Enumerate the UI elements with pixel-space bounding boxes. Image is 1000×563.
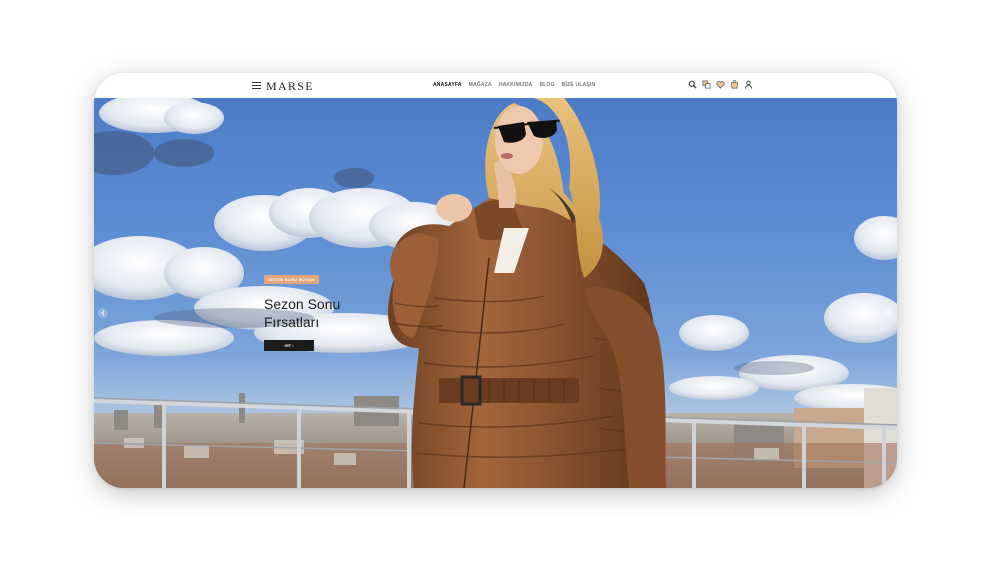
hamburger-menu-icon[interactable]: [252, 82, 261, 89]
cart-icon[interactable]: [730, 80, 739, 89]
compare-icon[interactable]: [702, 80, 711, 89]
hero-promo: SEZON SONU BÜYÜK Sezon Sonu Fırsatları G…: [264, 268, 374, 352]
main-navigation: ANASAYFA MAĞAZA HAKKIMIZDA BLOG BİZE ULA…: [433, 82, 595, 88]
navbar: MARSE ANASAYFA MAĞAZA HAKKIMIZDA BLOG Bİ…: [94, 73, 897, 98]
hero-image: [94, 98, 897, 488]
user-icon[interactable]: [744, 80, 753, 89]
device-frame: MARSE ANASAYFA MAĞAZA HAKKIMIZDA BLOG Bİ…: [94, 73, 897, 488]
wishlist-icon[interactable]: [716, 80, 725, 89]
promo-title: Sezon Sonu Fırsatları: [264, 296, 341, 330]
slider-next-button[interactable]: [883, 308, 893, 318]
chevron-left-icon: [101, 310, 105, 316]
nav-link-contact[interactable]: BİZE ULAŞIN: [562, 82, 596, 88]
nav-link-blog[interactable]: BLOG: [539, 82, 554, 88]
nav-link-about[interactable]: HAKKIMIZDA: [499, 82, 533, 88]
header-actions: [688, 80, 753, 89]
search-icon[interactable]: [688, 80, 697, 89]
promo-badge: SEZON SONU BÜYÜK: [264, 275, 319, 284]
promo-cta-button[interactable]: GİT ›: [264, 340, 314, 351]
slider-prev-button[interactable]: [98, 308, 108, 318]
nav-link-home[interactable]: ANASAYFA: [433, 82, 462, 88]
hero-slider: SEZON SONU BÜYÜK Sezon Sonu Fırsatları G…: [94, 98, 897, 488]
nav-link-shop[interactable]: MAĞAZA: [469, 82, 492, 88]
brand-logo[interactable]: MARSE: [266, 79, 314, 94]
chevron-right-icon: [886, 310, 890, 316]
